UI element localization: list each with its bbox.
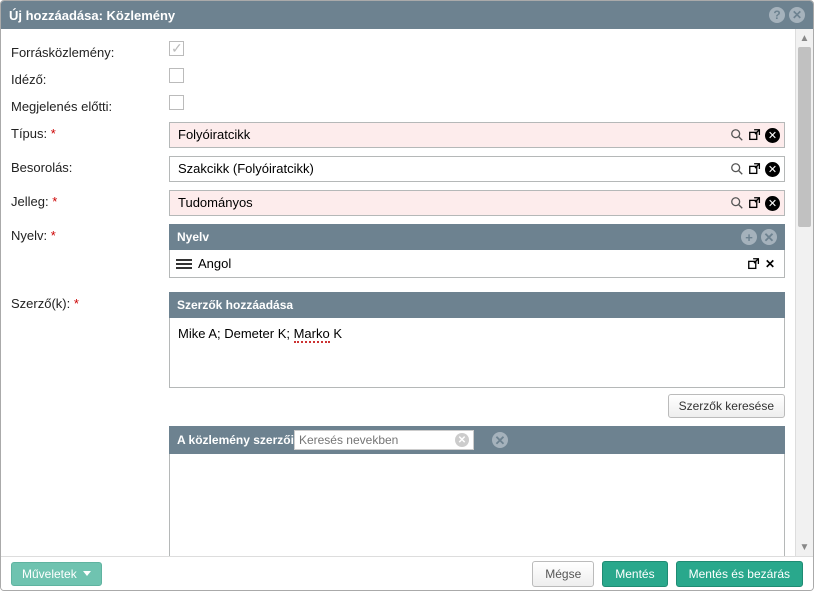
dialog-footer: Műveletek Mégse Mentés Mentés és bezárás [1, 556, 813, 590]
lang-row[interactable]: Angol ✕ [169, 250, 785, 278]
search-icon[interactable] [729, 161, 745, 177]
search-icon[interactable] [729, 195, 745, 211]
required-marker: * [51, 126, 56, 141]
authors-text-2: Marko [294, 326, 330, 343]
clear-icon[interactable]: ✕ [765, 128, 780, 143]
checkbox-prepub[interactable] [169, 95, 184, 110]
lookup-type[interactable]: Folyóiratcikk ✕ [169, 122, 785, 148]
required-marker: * [74, 296, 79, 311]
label-nyelv: Nyelv: [11, 228, 47, 243]
popout-icon[interactable] [747, 195, 763, 211]
authors-search-box[interactable]: ✕ [294, 430, 474, 450]
row-prepub: Megjelenés előtti: [11, 95, 785, 114]
authors-text-3: K [330, 326, 342, 341]
popout-icon[interactable] [747, 127, 763, 143]
row-jelleg: Jelleg: * Tudományos ✕ [11, 190, 785, 216]
clear-icon[interactable]: ✕ [765, 196, 780, 211]
scrollbar-thumb[interactable] [798, 47, 811, 227]
dialog-window: Új hozzáadása: Közlemény ? ✕ Forrásközle… [0, 0, 814, 591]
drag-handle-icon[interactable] [176, 259, 192, 269]
row-nyelv: Nyelv: * Nyelv + ✕ Angol ✕ [11, 224, 785, 278]
remove-lang-icon[interactable]: ✕ [761, 229, 777, 245]
nyelv-header-text: Nyelv [177, 230, 209, 244]
cancel-button[interactable]: Mégse [532, 561, 594, 587]
search-icon[interactable] [729, 127, 745, 143]
required-marker: * [51, 228, 56, 243]
authors-list-area [169, 454, 785, 556]
label-source: Forrásközlemény: [11, 41, 169, 60]
authors-button-row: Szerzők keresése [169, 394, 785, 418]
authors-textbox[interactable]: Mike A; Demeter K; Marko K [169, 318, 785, 388]
vertical-scrollbar[interactable]: ▲ ▼ [795, 29, 813, 556]
save-button[interactable]: Mentés [602, 561, 667, 587]
dialog-title: Új hozzáadása: Közlemény [9, 8, 175, 23]
row-source: Forrásközlemény: [11, 41, 785, 60]
add-lang-icon[interactable]: + [741, 229, 757, 245]
dialog-titlebar: Új hozzáadása: Közlemény ? ✕ [1, 1, 813, 29]
authors-add-header-text: Szerzők hozzáadása [177, 298, 293, 312]
popout-icon[interactable] [747, 161, 763, 177]
lookup-jelleg[interactable]: Tudományos ✕ [169, 190, 785, 216]
form-scrollpane: Forrásközlemény: Idéző: Megjelenés előtt… [1, 29, 795, 556]
save-close-button[interactable]: Mentés és bezárás [676, 561, 803, 587]
remove-item-icon[interactable]: ✕ [762, 256, 778, 272]
close-authors-list-icon[interactable]: ✕ [492, 432, 508, 448]
search-authors-button[interactable]: Szerzők keresése [668, 394, 785, 418]
authors-text-1: Mike A; Demeter K; [178, 326, 294, 341]
row-category: Besorolás: Szakcikk (Folyóiratcikk) ✕ [11, 156, 785, 182]
chevron-down-icon [83, 571, 91, 576]
authors-add-header: Szerzők hozzáadása [169, 292, 785, 318]
label-jelleg: Jelleg: [11, 194, 49, 209]
lang-value: Angol [198, 256, 746, 271]
operations-dropdown[interactable]: Műveletek [11, 562, 102, 586]
clear-icon[interactable]: ✕ [765, 162, 780, 177]
nyelv-section-header: Nyelv + ✕ [169, 224, 785, 250]
label-type: Típus: [11, 126, 47, 141]
authors-search-input[interactable] [299, 433, 455, 447]
authors-list-header: A közlemény szerzői ✕ ✕ [169, 426, 785, 454]
clear-search-icon[interactable]: ✕ [455, 433, 469, 447]
lookup-category[interactable]: Szakcikk (Folyóiratcikk) ✕ [169, 156, 785, 182]
label-category: Besorolás: [11, 156, 169, 175]
row-idezo: Idéző: [11, 68, 785, 87]
lookup-type-value: Folyóiratcikk [170, 123, 729, 147]
label-authors: Szerző(k): [11, 296, 70, 311]
row-authors: Szerző(k): * Szerzők hozzáadása Mike A; … [11, 292, 785, 556]
required-marker: * [52, 194, 57, 209]
content-area: Forrásközlemény: Idéző: Megjelenés előtt… [1, 29, 813, 556]
lookup-category-value: Szakcikk (Folyóiratcikk) [170, 157, 729, 181]
authors-list-header-text: A közlemény szerzői [177, 433, 294, 447]
scroll-down-arrow-icon[interactable]: ▼ [796, 538, 813, 556]
lookup-jelleg-value: Tudományos [170, 191, 729, 215]
row-type: Típus: * Folyóiratcikk ✕ [11, 122, 785, 148]
label-idezo: Idéző: [11, 68, 169, 87]
help-icon[interactable]: ? [769, 7, 785, 23]
operations-label: Műveletek [22, 567, 77, 581]
close-dialog-icon[interactable]: ✕ [789, 7, 805, 23]
checkbox-source[interactable] [169, 41, 184, 56]
scroll-up-arrow-icon[interactable]: ▲ [796, 29, 813, 47]
checkbox-idezo[interactable] [169, 68, 184, 83]
label-prepub: Megjelenés előtti: [11, 95, 169, 114]
popout-icon[interactable] [746, 256, 762, 272]
